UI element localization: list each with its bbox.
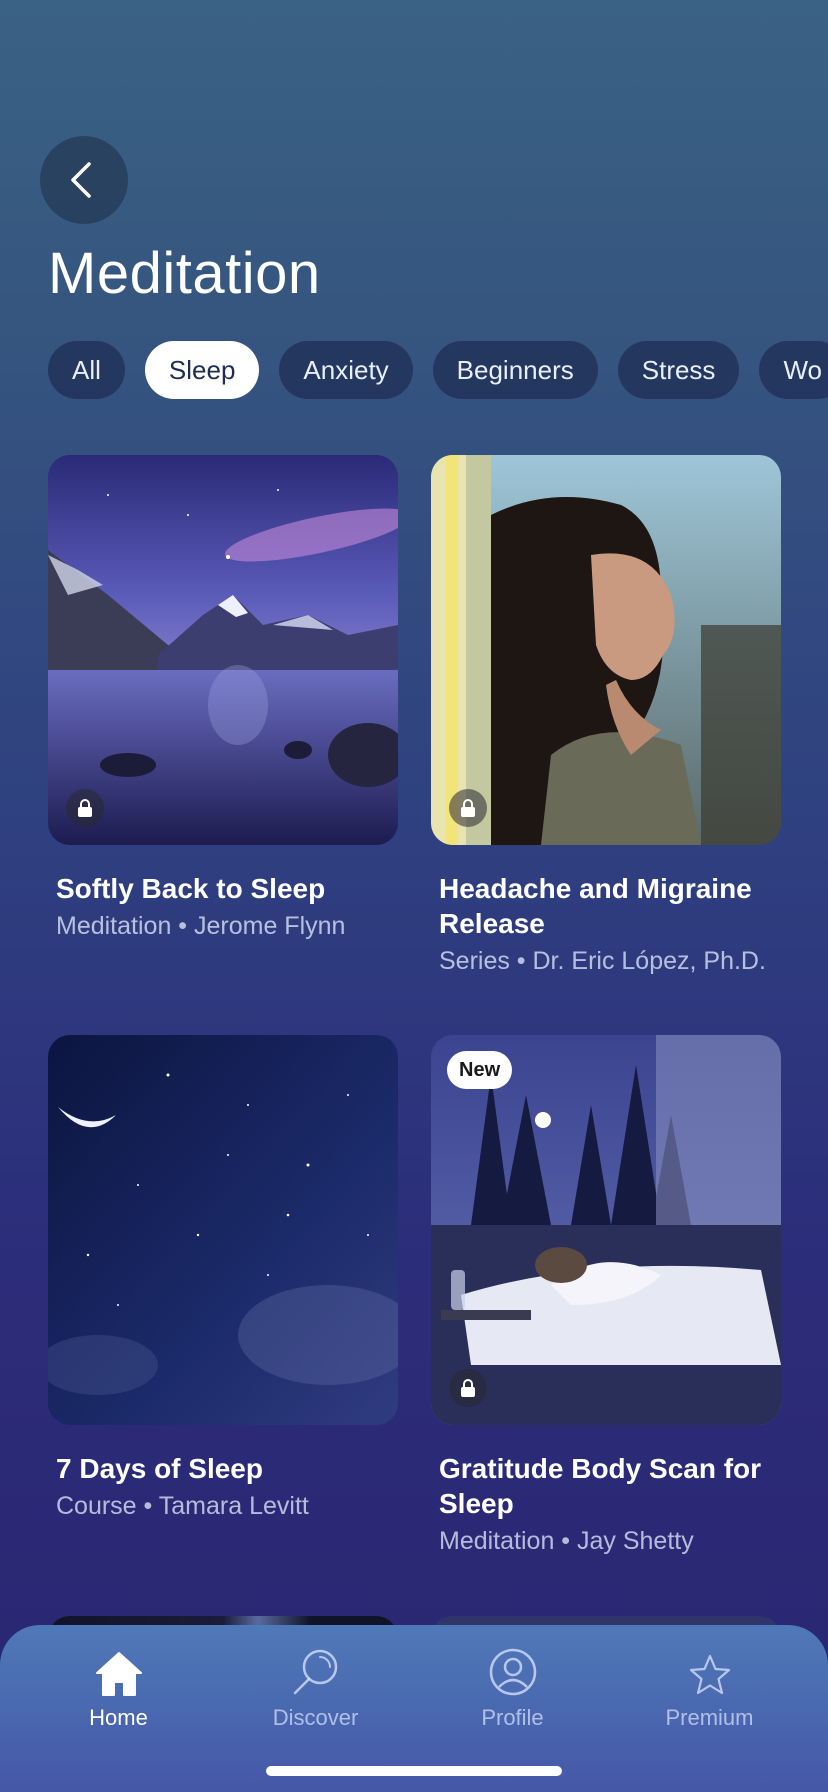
tab-home[interactable]: Home (44, 1637, 194, 1792)
lock-icon (449, 789, 487, 827)
card-thumbnail: New (431, 1035, 781, 1425)
sleeping-person-image (431, 1035, 781, 1425)
chevron-left-icon (71, 162, 91, 198)
content-card[interactable]: Headache and Migraine Release Series • D… (431, 455, 781, 1035)
card-title: 7 Days of Sleep (56, 1453, 263, 1484)
chip-sleep[interactable]: Sleep (144, 341, 260, 399)
tab-label: Home (89, 1705, 148, 1730)
lock-icon (449, 1369, 487, 1407)
home-icon (95, 1652, 142, 1696)
tab-label: Premium (665, 1705, 754, 1730)
card-meta: Course • Tamara Levitt (56, 1492, 309, 1520)
content-card[interactable]: 7 Days of Sleep Course • Tamara Levitt (48, 1035, 398, 1615)
tab-label: Profile (481, 1705, 544, 1730)
star-icon (689, 1654, 730, 1695)
profile-icon (489, 1648, 536, 1696)
search-icon (293, 1649, 337, 1695)
back-button[interactable] (40, 136, 128, 224)
card-thumbnail (431, 455, 781, 845)
chip-beginners[interactable]: Beginners (432, 341, 598, 399)
card-thumbnail (48, 1035, 398, 1425)
tab-label: Discover (272, 1705, 359, 1730)
content-grid: Softly Back to Sleep Meditation • Jerome… (48, 455, 781, 1615)
page-title: Meditation (48, 241, 321, 306)
woman-resting-image (431, 455, 781, 845)
chip-all[interactable]: All (48, 341, 125, 399)
tab-premium[interactable]: Premium (635, 1637, 785, 1792)
chip-stress[interactable]: Stress (617, 341, 740, 399)
chip-anxiety[interactable]: Anxiety (279, 341, 413, 399)
mountain-lake-image (48, 455, 398, 845)
content-card[interactable]: Softly Back to Sleep Meditation • Jerome… (48, 455, 398, 1035)
new-badge: New (447, 1051, 513, 1089)
lock-icon (66, 789, 104, 827)
card-meta: Meditation • Jerome Flynn (56, 912, 346, 940)
filter-chips: All Sleep Anxiety Beginners Stress Wo (48, 341, 828, 399)
card-title: Softly Back to Sleep (56, 873, 326, 904)
card-meta: Series • Dr. Eric López, Ph.D. (439, 947, 766, 975)
card-title: Gratitude Body Scan for Sleep (439, 1453, 762, 1519)
chip-wo[interactable]: Wo (759, 341, 828, 399)
card-meta: Meditation • Jay Shetty (439, 1527, 694, 1555)
night-sky-image (48, 1035, 398, 1425)
home-indicator (266, 1766, 562, 1776)
card-title: Headache and Migraine Release (439, 873, 752, 939)
content-card[interactable]: New Gratitude Body Scan for Sleep Medita… (431, 1035, 781, 1615)
card-thumbnail (48, 455, 398, 845)
